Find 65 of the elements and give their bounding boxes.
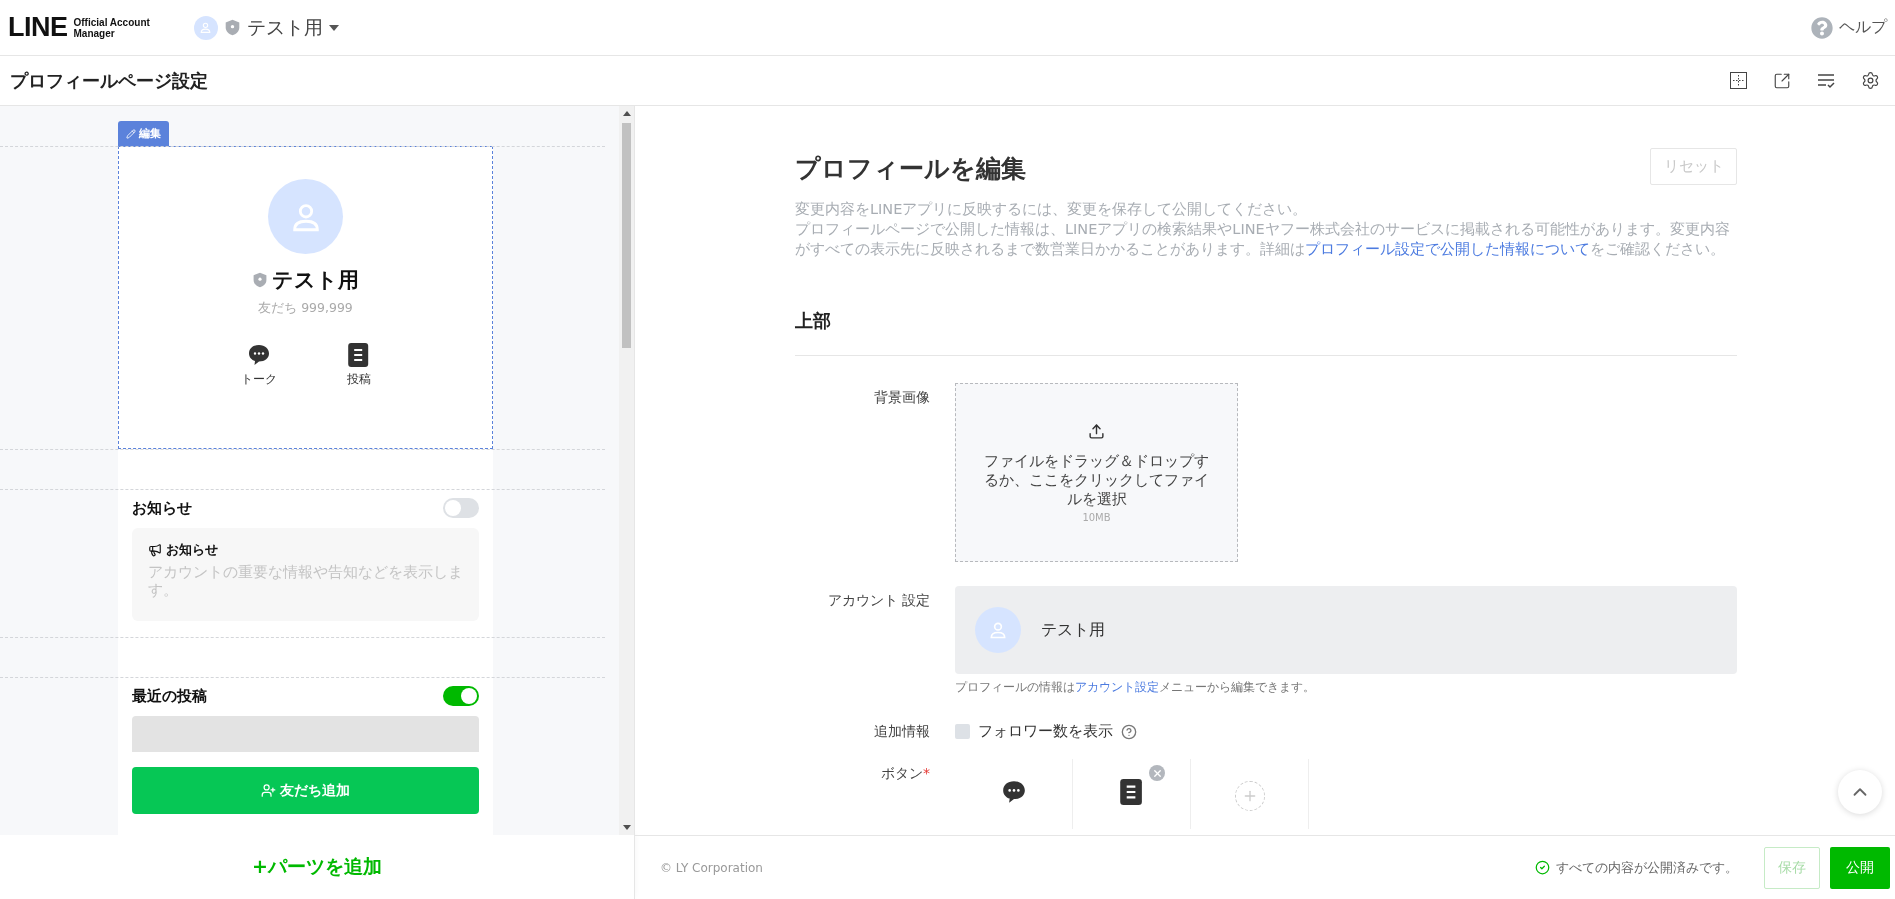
section-heading: 上部 bbox=[795, 309, 1737, 356]
profile-preview-card[interactable]: テスト用 友だち 999,999 トーク 投稿 bbox=[118, 146, 493, 449]
add-person-icon bbox=[261, 783, 276, 798]
dotted-grid-icon bbox=[1729, 72, 1747, 89]
field-label: 追加情報 bbox=[873, 722, 930, 741]
megaphone-icon bbox=[148, 543, 162, 557]
pencil-icon bbox=[126, 128, 136, 139]
publish-button[interactable]: 公開 bbox=[1830, 846, 1890, 889]
help-link[interactable]: ヘルプ bbox=[1811, 16, 1887, 39]
field-label: アカウント 設定 bbox=[826, 591, 930, 610]
notice-paragraph: プロフィールページで公開した情報は、LINEアプリの検索結果やLINEヤフー株式会社のサービスに掲載される可能性があります。変更内容がすべての表示先に反映されるまで数営業日かかることがあります。詳細はプロフィール設定で公開した情報について をご確認ください。 bbox=[795, 220, 1731, 259]
checkbox[interactable] bbox=[955, 724, 970, 739]
layout-button[interactable] bbox=[1727, 69, 1749, 92]
profile-action-button[interactable]: 投稿 bbox=[346, 343, 371, 388]
add-friend-button[interactable]: 友だち追加 bbox=[132, 767, 479, 814]
page-title: プロフィールページ設定 bbox=[10, 68, 208, 93]
help-icon bbox=[1811, 16, 1833, 39]
section-title: 最近の投稿 bbox=[132, 686, 207, 706]
upload-text: ファイルをドラッグ＆ドロップするか、ここをクリックしてファイルを選択 bbox=[983, 451, 1210, 509]
logo-wordmark: LINE bbox=[8, 12, 68, 43]
person-icon bbox=[199, 21, 213, 34]
publish-status: すべての内容が公開済みです。 bbox=[1556, 858, 1738, 877]
profile-action-button[interactable]: トーク bbox=[240, 343, 277, 388]
profile-name: テスト用 bbox=[272, 267, 359, 294]
person-icon bbox=[988, 620, 1008, 640]
friend-count: 友だち 999,999 bbox=[258, 300, 353, 317]
field-label: ボタン* bbox=[880, 764, 930, 783]
checkbox-label: フォロワー数を表示 bbox=[978, 722, 1113, 741]
document-icon bbox=[1120, 779, 1143, 805]
toggle-switch[interactable] bbox=[443, 686, 479, 706]
help-icon bbox=[1121, 723, 1137, 740]
size-limit: 10MB bbox=[1082, 511, 1111, 523]
logo-subtitle: Manager bbox=[73, 27, 116, 39]
info-link[interactable]: プロフィール設定で公開した情報について bbox=[1305, 241, 1590, 257]
check-circle-icon bbox=[1535, 860, 1550, 875]
shield-icon bbox=[223, 19, 241, 36]
logo-subtitle: Official Account bbox=[73, 16, 150, 28]
add-parts-button[interactable]: +パーツを追加 bbox=[246, 853, 388, 881]
field-label: 背景画像 bbox=[873, 388, 930, 407]
document-icon bbox=[348, 343, 369, 367]
scrollbar[interactable] bbox=[619, 106, 634, 835]
account-switcher[interactable]: テスト用 bbox=[193, 14, 339, 41]
copyright: © LY Corporation bbox=[660, 860, 763, 875]
section-title: お知らせ bbox=[132, 498, 192, 518]
close-icon bbox=[1151, 767, 1163, 779]
shield-icon bbox=[252, 272, 268, 288]
account-hint: プロフィールの情報はアカウント設定メニューから編集できます。 bbox=[955, 680, 1316, 695]
list-check-icon bbox=[1817, 72, 1835, 89]
scroll-to-top-button[interactable] bbox=[1838, 770, 1882, 814]
account-settings-link[interactable]: アカウント設定 bbox=[1075, 680, 1159, 694]
settings-icon bbox=[1860, 71, 1880, 90]
edit-tag[interactable]: 編集 bbox=[118, 121, 169, 146]
intro-text: 変更内容をLINEアプリに反映するには、変更を保存して公開してください。 bbox=[795, 200, 1309, 219]
upload-dropzone[interactable]: ファイルをドラッグ＆ドロップするか、ここをクリックしてファイルを選択 10MB bbox=[955, 383, 1238, 562]
chat-bubble-icon bbox=[246, 343, 271, 367]
upload-icon bbox=[1088, 422, 1105, 440]
toggle-switch[interactable] bbox=[443, 498, 479, 518]
notice-card-title: お知らせ bbox=[166, 541, 218, 559]
account-name: テスト用 bbox=[1041, 619, 1105, 641]
remove-button[interactable] bbox=[1149, 765, 1165, 781]
editor-title: プロフィールを編集 bbox=[795, 153, 1026, 185]
caret-icon bbox=[328, 24, 339, 31]
chat-bubble-icon bbox=[1000, 779, 1027, 805]
add-button[interactable] bbox=[1234, 781, 1265, 811]
external-link-icon bbox=[1773, 71, 1791, 90]
